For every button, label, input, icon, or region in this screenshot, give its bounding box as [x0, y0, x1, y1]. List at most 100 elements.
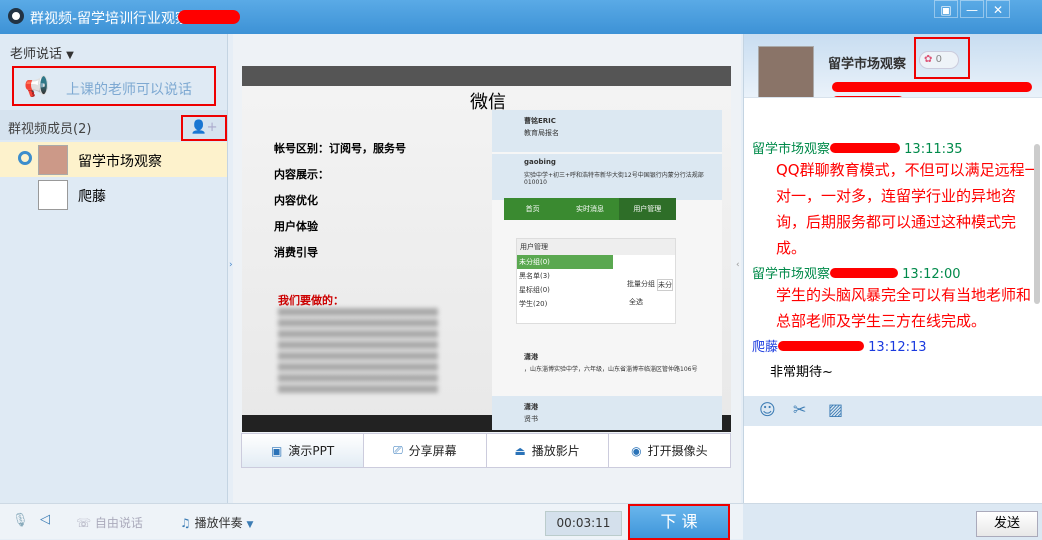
tab-label: 打开摄像头	[647, 444, 708, 458]
msg-time: 13:12:13	[868, 340, 927, 355]
redaction	[178, 10, 240, 24]
flower-button[interactable]: ✿ 0	[919, 51, 959, 69]
free-talk-button[interactable]: ☏ 自由说话	[76, 514, 143, 531]
profile-header: 留学市场观察 ✿ 0	[744, 34, 1042, 106]
free-talk-icon: ☏	[76, 516, 92, 530]
minimize-button[interactable]: —	[960, 0, 984, 18]
flower-count: 0	[935, 54, 942, 65]
app-camera-icon	[8, 8, 24, 24]
phone-screenshot: 曹铭ERIC 教育局报名 gaobing 实验中学+初三+呼和浩特市新华大街12…	[492, 110, 722, 430]
msg-text: QQ群聊教育模式，不但可以满足远程一对一，一对多，连留学行业的异地咨询，后期服务…	[776, 161, 1040, 257]
speak-mode-label: 老师说话	[10, 47, 63, 62]
msg-text: 非常期待~	[770, 365, 833, 380]
slide-line: 内容优化	[274, 194, 318, 207]
msg-sender: 爬藤	[752, 340, 779, 355]
megaphone-icon: 📢	[24, 74, 49, 98]
phone-nav: 实时消息	[575, 205, 604, 213]
speaker-icon[interactable]: ◁	[40, 512, 50, 527]
chevron-down-icon: ▼	[66, 50, 74, 61]
center-panel: 微信 帐号区别：订阅号，服务号 内容展示： 内容优化 用户体验 消费引导 我们要…	[233, 34, 741, 503]
phone-user-sub: 教育局报名	[524, 129, 559, 137]
members-label: 群视频成员(2)	[8, 122, 92, 137]
ppt-slide: 微信 帐号区别：订阅号，服务号 内容展示： 内容优化 用户体验 消费引导 我们要…	[242, 66, 731, 432]
phone-user-addr: 实验中学+初三+呼和浩特市新华大街12号中国银行内蒙分行法规部010010	[524, 172, 704, 186]
phone-nav: 用户管理	[618, 198, 676, 220]
member-name: 爬藤	[78, 189, 106, 205]
send-button[interactable]: 发送	[976, 511, 1038, 537]
camera-status-icon	[18, 151, 32, 165]
image-icon[interactable]: ▨	[828, 400, 843, 419]
scissors-icon[interactable]: ✂	[793, 400, 806, 419]
tab-camera[interactable]: ◉ 打开摄像头	[609, 434, 730, 467]
skin-button[interactable]: ▣	[934, 0, 958, 18]
phone-select-all: 全选	[629, 298, 643, 306]
share-screen-icon: ⎚	[393, 443, 403, 457]
class-timer: 00:03:11	[545, 511, 622, 536]
redaction	[832, 82, 1032, 92]
msg-sender: 留学市场观察	[752, 142, 831, 157]
music-label: 播放伴奏	[194, 516, 243, 530]
add-user-icon: 👤+	[190, 120, 218, 135]
tab-play-movie[interactable]: ⏏ 播放影片	[487, 434, 609, 467]
rose-icon: ✿	[924, 54, 933, 65]
ppt-icon: ▣	[271, 443, 283, 458]
phone-user: 潇港	[524, 403, 538, 411]
msg-text: 学生的头脑风暴完全可以有当地老师和总部老师及学生三方在线完成。	[776, 286, 1032, 330]
play-movie-icon: ⏏	[514, 443, 526, 458]
music-note-icon: ♫	[180, 516, 191, 530]
slide-line: 内容展示：	[274, 168, 329, 181]
chat-panel: 留学市场观察 ✿ 0 留学市场观察 13:11:35 QQ群聊教育模式，不但可以…	[743, 34, 1042, 503]
flower-highlight: ✿ 0	[914, 37, 970, 79]
left-panel: 老师说话 ▼ 📢 上课的老师可以说话 群视频成员(2) 👤+ 留学市场观察 爬藤	[0, 34, 228, 503]
phone-menu-item: 未分组(0)	[517, 255, 613, 269]
blurred-text	[278, 308, 438, 396]
chat-messages: 留学市场观察 13:11:35 QQ群聊教育模式，不但可以满足远程一对一，一对多…	[744, 97, 1042, 397]
phone-batch: 批量分组	[627, 280, 655, 288]
profile-name: 留学市场观察	[828, 57, 907, 72]
window-title: 群视频-留学培训行业观察	[30, 11, 190, 27]
phone-user-addr: ，山东淄博实验中学，六年级，山东省淄博市临淄区管仲路106号	[524, 366, 698, 373]
phone-nav: 首页	[525, 205, 540, 213]
end-class-button[interactable]: 下 课	[628, 504, 730, 540]
chat-toolbar: ☺ ✂ ▨	[744, 396, 1042, 426]
phone-user-sub: 贤书	[524, 415, 538, 423]
title-bar: 群视频-留学培训行业观察 ▣ — ✕	[0, 0, 1042, 34]
microphone-icon[interactable]: 🎙	[12, 513, 29, 528]
phone-menu-title: 用户管理	[517, 239, 675, 255]
phone-user: gaobing	[524, 158, 556, 166]
tab-ppt[interactable]: ▣ 演示PPT	[242, 434, 365, 467]
msg-sender: 留学市场观察	[752, 267, 831, 282]
camera-icon: ◉	[631, 443, 642, 458]
tab-label: 播放影片	[531, 444, 580, 458]
tab-label: 分享屏幕	[408, 444, 457, 458]
avatar	[38, 180, 68, 210]
phone-menu-item: 学生(20)	[519, 300, 548, 308]
tab-share-screen[interactable]: ⎚ 分享屏幕	[364, 434, 487, 467]
tab-label: 演示PPT	[288, 444, 335, 458]
member-name: 留学市场观察	[78, 154, 162, 170]
close-button[interactable]: ✕	[986, 0, 1010, 18]
member-item[interactable]: 留学市场观察	[0, 142, 227, 177]
free-talk-label: 自由说话	[94, 516, 143, 530]
collapse-right-icon[interactable]: ‹	[736, 260, 740, 270]
slide-line: 用户体验	[274, 220, 318, 233]
speak-mode-dropdown[interactable]: 老师说话 ▼	[10, 43, 74, 62]
member-item[interactable]: 爬藤	[0, 179, 227, 214]
phone-user: 曹铭ERIC	[524, 117, 556, 125]
add-member-button[interactable]: 👤+	[181, 115, 227, 141]
scrollbar[interactable]	[1034, 144, 1040, 304]
speak-banner: 📢 上课的老师可以说话	[12, 66, 216, 106]
msg-time: 13:12:00	[902, 267, 961, 282]
music-button[interactable]: ♫ 播放伴奏 ▼	[180, 514, 253, 531]
phone-batch-select: 未分	[657, 279, 673, 291]
phone-user: 潇港	[524, 353, 538, 361]
msg-time: 13:11:35	[904, 142, 963, 157]
avatar	[758, 46, 814, 102]
slide-todo-title: 我们要做的：	[278, 294, 344, 307]
chevron-down-icon: ▼	[246, 520, 254, 530]
function-tabs: ▣ 演示PPT ⎚ 分享屏幕 ⏏ 播放影片 ◉ 打开摄像头	[241, 433, 731, 468]
bottom-bar: 🎙 ◁ ☏ 自由说话 ♫ 播放伴奏 ▼ 00:03:11 下 课 发送	[0, 503, 1042, 540]
emoji-icon[interactable]: ☺	[759, 400, 776, 419]
avatar	[38, 145, 68, 175]
banner-text: 上课的老师可以说话	[66, 82, 192, 98]
